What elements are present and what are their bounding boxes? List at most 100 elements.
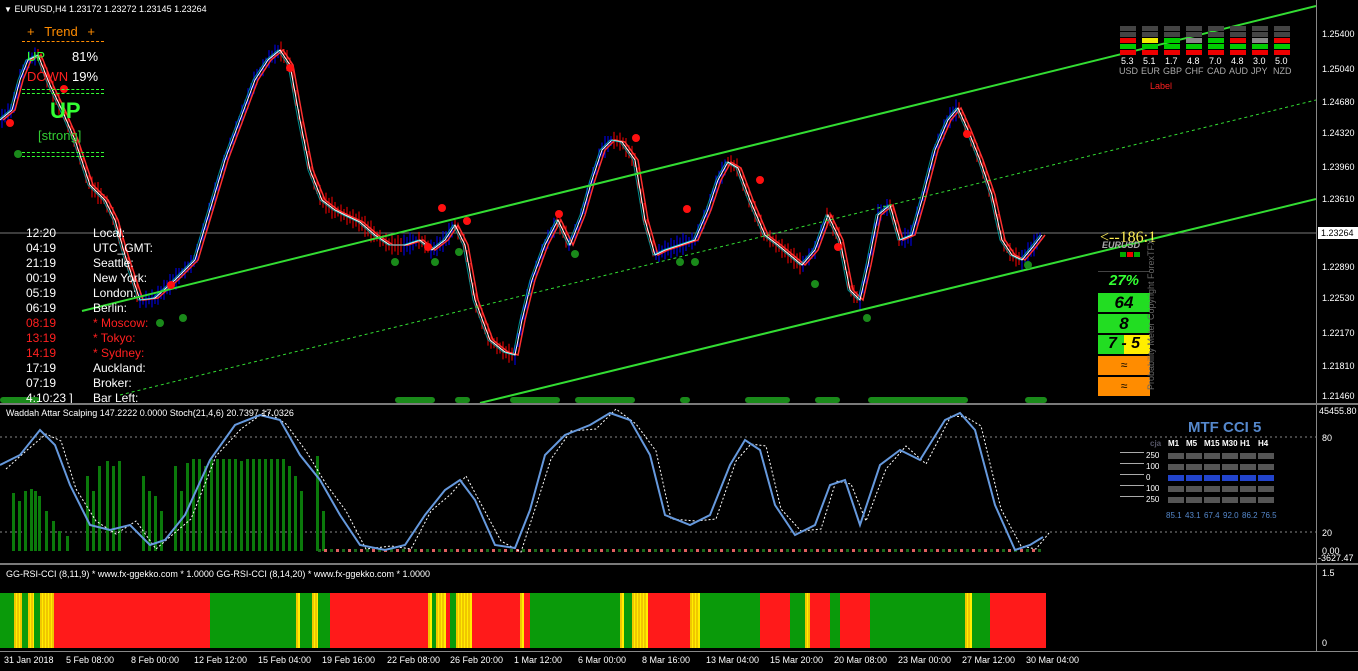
meter-cell	[1120, 44, 1136, 49]
dropdown-icon[interactable]: ▼	[4, 5, 12, 14]
rsi-cci-stripe	[790, 593, 805, 648]
rsi-cci-stripe	[22, 593, 28, 648]
price-tick: 1.21460	[1322, 391, 1355, 401]
time-tick: 13 Mar 04:00	[706, 655, 760, 665]
meter-cell	[1120, 26, 1136, 31]
meter-cell	[1230, 38, 1246, 43]
red-signal-dot	[683, 205, 691, 213]
meter-cell	[1208, 32, 1224, 37]
histogram-tick	[1002, 549, 1005, 552]
green-signal-dot	[14, 150, 22, 158]
histogram-tick	[918, 549, 921, 552]
clock-time: 08:19	[26, 316, 57, 330]
meter-cell	[1186, 26, 1202, 31]
meter-cell	[1142, 38, 1158, 43]
meter-cell	[1164, 50, 1180, 55]
histogram-tick	[654, 549, 657, 552]
meter-cell	[1274, 50, 1290, 55]
histogram-tick	[780, 549, 783, 552]
clock-row: 00:19 New York:	[0, 271, 170, 286]
rsi-cci-stripe	[34, 593, 40, 648]
histogram-tick	[864, 549, 867, 552]
green-signal-dot	[179, 314, 187, 322]
meter-cell	[1120, 38, 1136, 43]
price-axis[interactable]: 1.25400 1.25040 1.24680 1.24320 1.23960 1.236…	[1316, 0, 1358, 403]
rsi-cci-stripe	[840, 593, 870, 648]
histogram-tick	[948, 549, 951, 552]
histogram-bar	[148, 491, 151, 551]
meter-currency: CHF	[1185, 66, 1204, 76]
time-tick: 15 Feb 04:00	[258, 655, 312, 665]
meter-cell	[1164, 38, 1180, 43]
histogram-tick	[870, 549, 873, 552]
clock-row: 13:19 * Tokyo:	[0, 331, 170, 346]
histogram-tick	[762, 549, 765, 552]
green-signal-dot	[571, 250, 579, 258]
histogram-tick	[348, 549, 351, 552]
oscillator-title: Waddah Attar Scalping 147.2222 0.0000 St…	[6, 408, 294, 418]
red-signal-dot	[6, 119, 14, 127]
meter-value: 7.0	[1209, 56, 1222, 66]
clock-time: 07:19	[26, 376, 57, 390]
meter-cell	[1142, 50, 1158, 55]
price-tick: 1.22170	[1322, 328, 1355, 338]
histogram-tick	[504, 549, 507, 552]
mtf-cell	[1204, 486, 1220, 492]
current-price-tag: 1.23264	[1318, 227, 1358, 239]
rsi-cci-axis[interactable]: 1.5 0	[1316, 565, 1358, 651]
histogram-tick	[456, 549, 459, 552]
meter-cell	[1186, 38, 1202, 43]
red-signal-dot	[963, 130, 971, 138]
histogram-tick	[588, 549, 591, 552]
clock-time: 13:19	[26, 331, 57, 345]
rsi-cci-stripe	[472, 593, 520, 648]
mtf-value: 85.1	[1166, 511, 1182, 520]
price-tick: 1.24320	[1322, 128, 1355, 138]
histogram-tick	[846, 549, 849, 552]
mtf-cell	[1240, 464, 1256, 470]
price-tick: 1.21810	[1322, 361, 1355, 371]
histogram-tick	[834, 549, 837, 552]
oscillator-axis[interactable]: 45455.80 80 20 0.00 -3627.47	[1316, 405, 1358, 563]
histogram-tick	[564, 549, 567, 552]
histogram-tick	[672, 549, 675, 552]
clock-city: UTC_GMT:	[93, 241, 153, 255]
histogram-tick	[486, 549, 489, 552]
channel-lower	[479, 198, 1316, 403]
rsi-cci-pane[interactable]: GG-RSI-CCI (8,11,9) * www.fx-ggekko.com …	[0, 565, 1358, 651]
time-axis[interactable]: 31 Jan 2018 5 Feb 08:00 8 Feb 00:00 12 Feb …	[0, 651, 1358, 671]
clock-time: 04:19	[26, 241, 57, 255]
histogram-bar	[38, 496, 41, 551]
osc-axis-top: 45455.80	[1319, 406, 1357, 416]
main-chart-pane[interactable]: ▼ EURUSD,H4 1.23172 1.23272 1.23145 1.23…	[0, 0, 1358, 403]
red-signal-dot	[286, 64, 294, 72]
time-tick: 30 Mar 04:00	[1026, 655, 1080, 665]
symbol-label: EURUSD,H4	[14, 4, 67, 14]
mtf-cell	[1186, 475, 1202, 481]
green-signal-dot	[1024, 261, 1032, 269]
meter-value: 4.8	[1231, 56, 1244, 66]
histogram-bar	[288, 466, 291, 551]
prob-v2: 8	[1098, 314, 1150, 333]
meter-cell	[1120, 32, 1136, 37]
histogram-tick	[906, 549, 909, 552]
histogram-tick	[414, 549, 417, 552]
histogram-tick	[498, 549, 501, 552]
histogram-tick	[336, 549, 339, 552]
histogram-tick	[822, 549, 825, 552]
oscillator-pane[interactable]: Waddah Attar Scalping 147.2222 0.0000 St…	[0, 405, 1358, 563]
clock-time: 12:20	[26, 226, 57, 240]
mtf-line	[1120, 463, 1144, 464]
world-clock-panel: 12:20 Local: 04:19 UTC_GMT: 21:19 Seattle: 00:…	[0, 226, 170, 403]
histogram-tick	[660, 549, 663, 552]
meter-cell	[1142, 32, 1158, 37]
time-tick: 6 Mar 00:00	[578, 655, 627, 665]
histogram-tick	[510, 549, 513, 552]
rsi-cci-stripe	[446, 593, 450, 648]
histogram-tick	[372, 549, 375, 552]
mtf-cell	[1258, 464, 1274, 470]
histogram-bar	[192, 459, 195, 551]
rsi-cci-stripe	[456, 593, 472, 648]
histogram-bar	[276, 459, 279, 551]
histogram-tick	[966, 549, 969, 552]
